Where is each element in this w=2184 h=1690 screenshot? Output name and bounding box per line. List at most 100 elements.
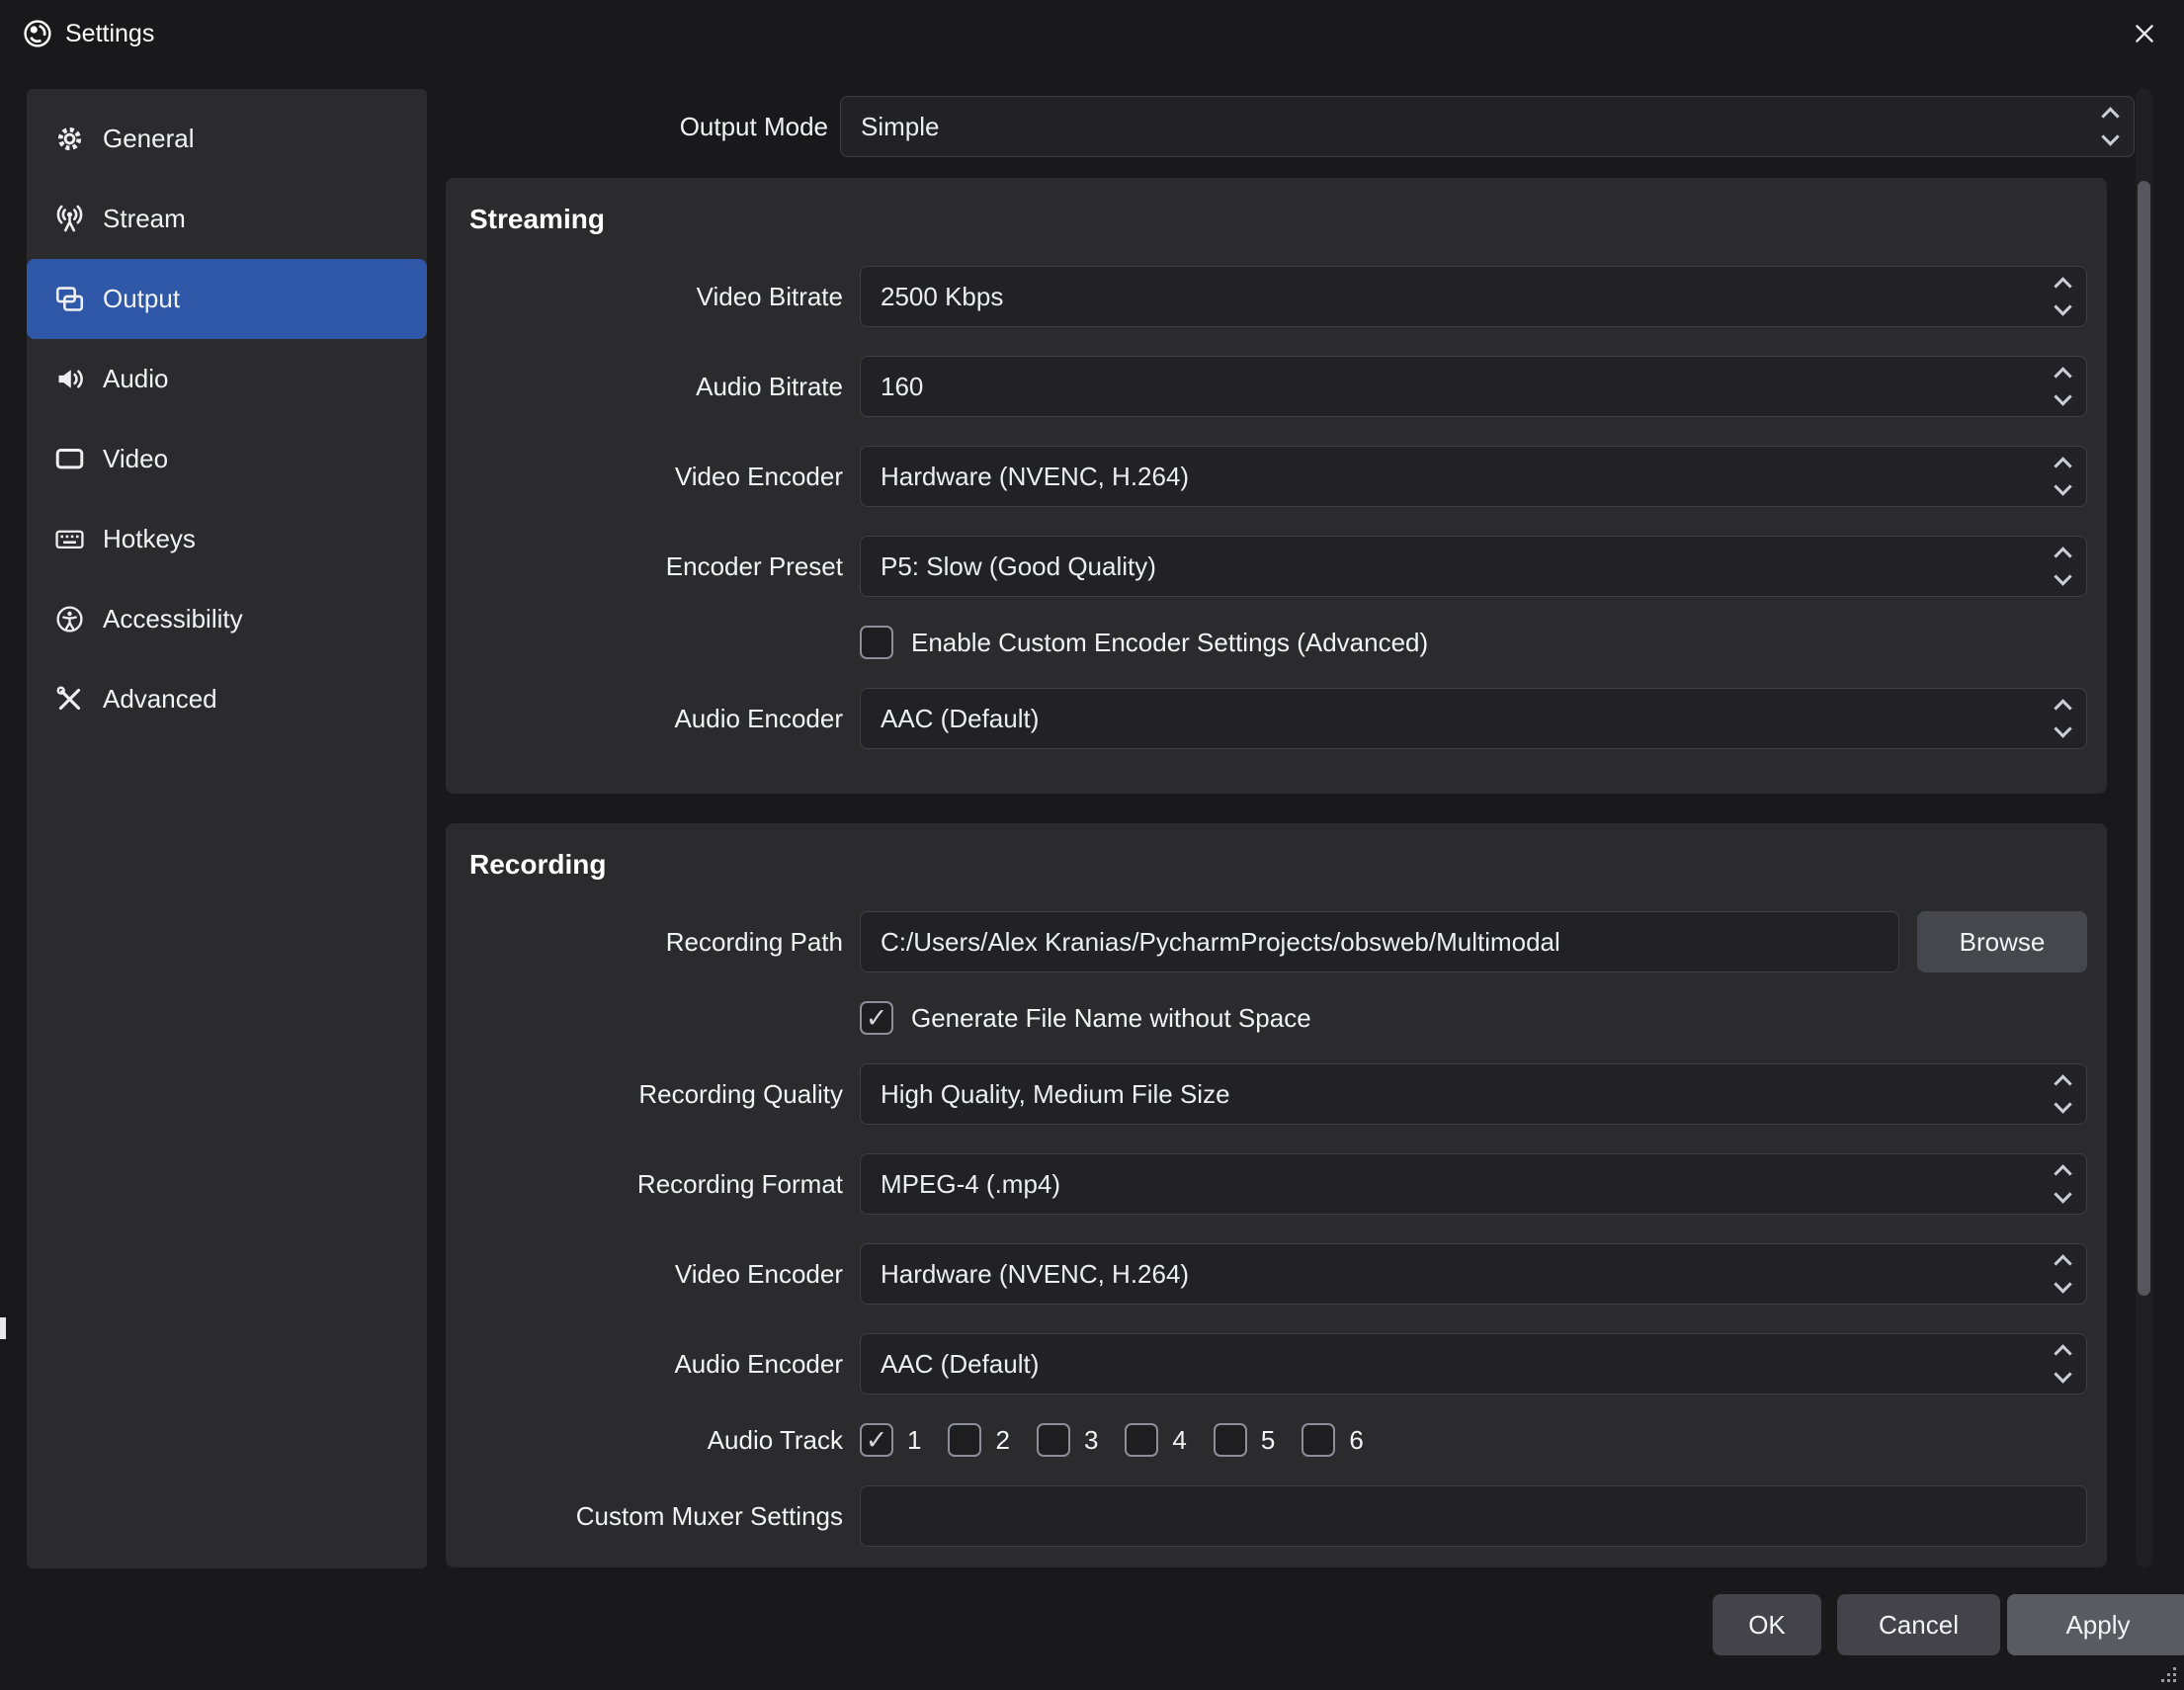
audio-track-2-checkbox[interactable] xyxy=(948,1423,981,1457)
spinner-arrows[interactable] xyxy=(2104,110,2117,143)
output-mode-select[interactable]: Simple xyxy=(840,96,2135,157)
audio-track-label: Audio Track xyxy=(469,1425,860,1456)
custom-encoder-checkbox-label: Enable Custom Encoder Settings (Advanced… xyxy=(911,628,1428,658)
select-value: AAC (Default) xyxy=(881,1349,1039,1380)
audio-track-5-checkbox[interactable] xyxy=(1214,1423,1247,1457)
sidebar-item-stream[interactable]: Stream xyxy=(27,179,427,259)
custom-encoder-checkbox[interactable] xyxy=(860,626,893,659)
video-encoder-label: Video Encoder xyxy=(469,1259,860,1290)
browse-button[interactable]: Browse xyxy=(1917,911,2087,972)
recording-path-input[interactable] xyxy=(860,911,1899,972)
accessibility-icon xyxy=(54,604,85,634)
audio-track-4-label: 4 xyxy=(1172,1425,1186,1456)
custom-encoder-row: Enable Custom Encoder Settings (Advanced… xyxy=(469,626,2107,659)
recording-title: Recording xyxy=(469,849,2107,883)
audio-bitrate-select[interactable]: 160 xyxy=(860,356,2087,417)
streaming-section: Streaming Video Bitrate 2500 Kbps Audio … xyxy=(446,178,2107,794)
generate-filename-checkbox[interactable] xyxy=(860,1001,893,1035)
audio-track-5: 5 xyxy=(1214,1423,1275,1457)
stream-video-encoder-select[interactable]: Hardware (NVENC, H.264) xyxy=(860,446,2087,507)
sidebar-item-label: Hotkeys xyxy=(103,524,196,554)
sidebar-item-label: Stream xyxy=(103,204,186,234)
spinner-arrows[interactable] xyxy=(2057,1167,2069,1201)
spinner-arrows[interactable] xyxy=(2057,702,2069,735)
keyboard-icon xyxy=(54,524,85,554)
video-bitrate-label: Video Bitrate xyxy=(469,282,860,312)
spinner-arrows[interactable] xyxy=(2057,370,2069,403)
spinner-arrows[interactable] xyxy=(2057,280,2069,313)
titlebar: Settings xyxy=(0,0,2184,67)
stream-audio-encoder-row: Audio Encoder AAC (Default) xyxy=(469,688,2107,749)
sidebar-item-label: Accessibility xyxy=(103,604,243,634)
audio-track-1-label: 1 xyxy=(907,1425,921,1456)
recording-video-encoder-select[interactable]: Hardware (NVENC, H.264) xyxy=(860,1243,2087,1305)
select-value: MPEG-4 (.mp4) xyxy=(881,1169,1060,1200)
select-value: 160 xyxy=(881,372,923,402)
cancel-button[interactable]: Cancel xyxy=(1837,1594,2000,1655)
left-edge-artifact xyxy=(0,1317,6,1339)
output-mode-row: Output Mode Simple xyxy=(446,96,2135,157)
scrollbar-thumb[interactable] xyxy=(2138,181,2150,1296)
settings-sidebar: General Stream Output xyxy=(27,89,427,1568)
sidebar-item-audio[interactable]: Audio xyxy=(27,339,427,419)
select-value: AAC (Default) xyxy=(881,704,1039,734)
select-value: Simple xyxy=(861,112,939,142)
video-bitrate-row: Video Bitrate 2500 Kbps xyxy=(469,266,2107,327)
recording-section: Recording Recording Path Browse Generate… xyxy=(446,823,2107,1567)
select-value: Hardware (NVENC, H.264) xyxy=(881,462,1189,492)
generate-filename-checkbox-label: Generate File Name without Space xyxy=(911,1003,1311,1034)
audio-track-1-checkbox[interactable] xyxy=(860,1423,893,1457)
output-icon xyxy=(54,284,85,314)
audio-track-6-checkbox[interactable] xyxy=(1302,1423,1335,1457)
audio-track-row: Audio Track 1 2 3 4 xyxy=(469,1423,2107,1457)
gear-icon xyxy=(54,124,85,154)
audio-track-3-label: 3 xyxy=(1084,1425,1098,1456)
recording-audio-encoder-select[interactable]: AAC (Default) xyxy=(860,1333,2087,1394)
recording-audio-encoder-row: Audio Encoder AAC (Default) xyxy=(469,1333,2107,1394)
speaker-icon xyxy=(54,364,85,394)
recording-format-select[interactable]: MPEG-4 (.mp4) xyxy=(860,1153,2087,1215)
recording-video-encoder-row: Video Encoder Hardware (NVENC, H.264) xyxy=(469,1243,2107,1305)
custom-muxer-input[interactable] xyxy=(860,1485,2087,1547)
stream-audio-encoder-select[interactable]: AAC (Default) xyxy=(860,688,2087,749)
video-encoder-label: Video Encoder xyxy=(469,462,860,492)
sidebar-item-label: General xyxy=(103,124,195,154)
audio-encoder-label: Audio Encoder xyxy=(469,1349,860,1380)
ok-button[interactable]: OK xyxy=(1713,1594,1821,1655)
sidebar-item-label: Output xyxy=(103,284,180,314)
sidebar-item-accessibility[interactable]: Accessibility xyxy=(27,579,427,659)
audio-track-3-checkbox[interactable] xyxy=(1037,1423,1070,1457)
select-value: Hardware (NVENC, H.264) xyxy=(881,1259,1189,1290)
spinner-arrows[interactable] xyxy=(2057,1077,2069,1111)
custom-muxer-row: Custom Muxer Settings xyxy=(469,1485,2107,1547)
resize-grip-icon[interactable] xyxy=(2159,1665,2179,1685)
encoder-preset-label: Encoder Preset xyxy=(469,551,860,582)
encoder-preset-select[interactable]: P5: Slow (Good Quality) xyxy=(860,536,2087,597)
spinner-arrows[interactable] xyxy=(2057,549,2069,583)
settings-window: Settings General Stream xyxy=(0,0,2184,1690)
generate-filename-row: Generate File Name without Space xyxy=(469,1001,2107,1035)
output-mode-label: Output Mode xyxy=(446,112,840,142)
select-value: 2500 Kbps xyxy=(881,282,1003,312)
recording-quality-select[interactable]: High Quality, Medium File Size xyxy=(860,1063,2087,1125)
audio-track-1: 1 xyxy=(860,1423,921,1457)
spinner-arrows[interactable] xyxy=(2057,460,2069,493)
audio-bitrate-row: Audio Bitrate 160 xyxy=(469,356,2107,417)
custom-muxer-label: Custom Muxer Settings xyxy=(469,1501,860,1532)
video-bitrate-spinbox[interactable]: 2500 Kbps xyxy=(860,266,2087,327)
sidebar-item-advanced[interactable]: Advanced xyxy=(27,659,427,739)
sidebar-item-video[interactable]: Video xyxy=(27,419,427,499)
sidebar-item-general[interactable]: General xyxy=(27,99,427,179)
audio-track-2-label: 2 xyxy=(995,1425,1009,1456)
recording-path-label: Recording Path xyxy=(469,927,860,958)
sidebar-item-hotkeys[interactable]: Hotkeys xyxy=(27,499,427,579)
audio-bitrate-label: Audio Bitrate xyxy=(469,372,860,402)
spinner-arrows[interactable] xyxy=(2057,1347,2069,1381)
display-icon xyxy=(54,444,85,474)
spinner-arrows[interactable] xyxy=(2057,1257,2069,1291)
recording-quality-row: Recording Quality High Quality, Medium F… xyxy=(469,1063,2107,1125)
close-button[interactable] xyxy=(2123,14,2166,53)
audio-track-4-checkbox[interactable] xyxy=(1125,1423,1158,1457)
sidebar-item-output[interactable]: Output xyxy=(27,259,427,339)
apply-button[interactable]: Apply xyxy=(2007,1594,2184,1655)
